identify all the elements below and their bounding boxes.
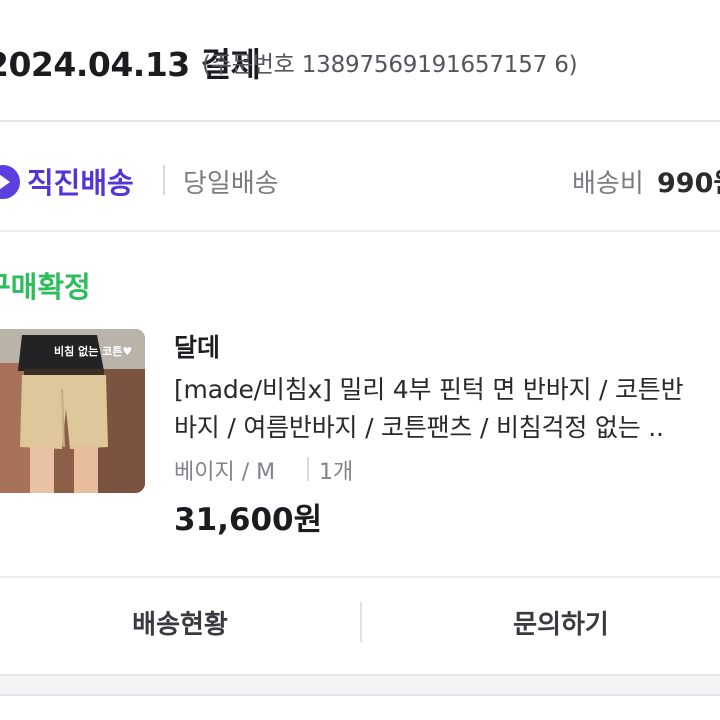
delivery-info-row: 직진배송 당일배송 배송비 990원 (0, 122, 720, 232)
product-title-line-2[interactable]: 바지 / 여름반바지 / 코튼팬츠 / 비침걱정 없는 .. (174, 408, 664, 444)
order-header: 2024.04.13 결제 (주문번호 13897569191657157 6) (0, 0, 720, 120)
purchase-confirmed-status: 구매확정 (0, 270, 91, 304)
inquiry-button[interactable]: 문의하기 (362, 578, 720, 666)
delivery-status-button[interactable]: 배송현황 (0, 578, 360, 666)
direct-delivery-label: 직진배송 (27, 166, 134, 200)
shipping-fee-value: 990원 (657, 168, 720, 199)
thumbnail-caption: 비침 없는 코튼♥ (54, 345, 133, 358)
product-title-line-1[interactable]: [made/비침x] 밀리 4부 핀턱 면 반바지 / 코튼반 (174, 370, 684, 406)
product-price: 31,600원 (174, 502, 323, 538)
product-quantity: 1개 (319, 460, 354, 485)
product-thumbnail[interactable]: 비침 없는 코튼♥ (0, 329, 145, 493)
shipping-fee-label: 배송비 (572, 169, 644, 199)
same-day-delivery-label: 당일배송 (183, 169, 279, 199)
order-item-card: 직진배송 당일배송 배송비 990원 구매확정 비침 없는 코튼♥ 달데 [ma… (0, 120, 720, 676)
option-divider (307, 457, 309, 481)
direct-delivery-arrow-icon (0, 165, 20, 199)
next-card-edge (0, 694, 720, 720)
product-option: 베이지 / M (174, 460, 276, 485)
delivery-divider (163, 165, 165, 195)
order-actions: 배송현황 문의하기 (0, 576, 720, 676)
order-number: (주문번호 13897569191657157 6) (202, 52, 578, 78)
shop-name[interactable]: 달데 (174, 328, 220, 364)
